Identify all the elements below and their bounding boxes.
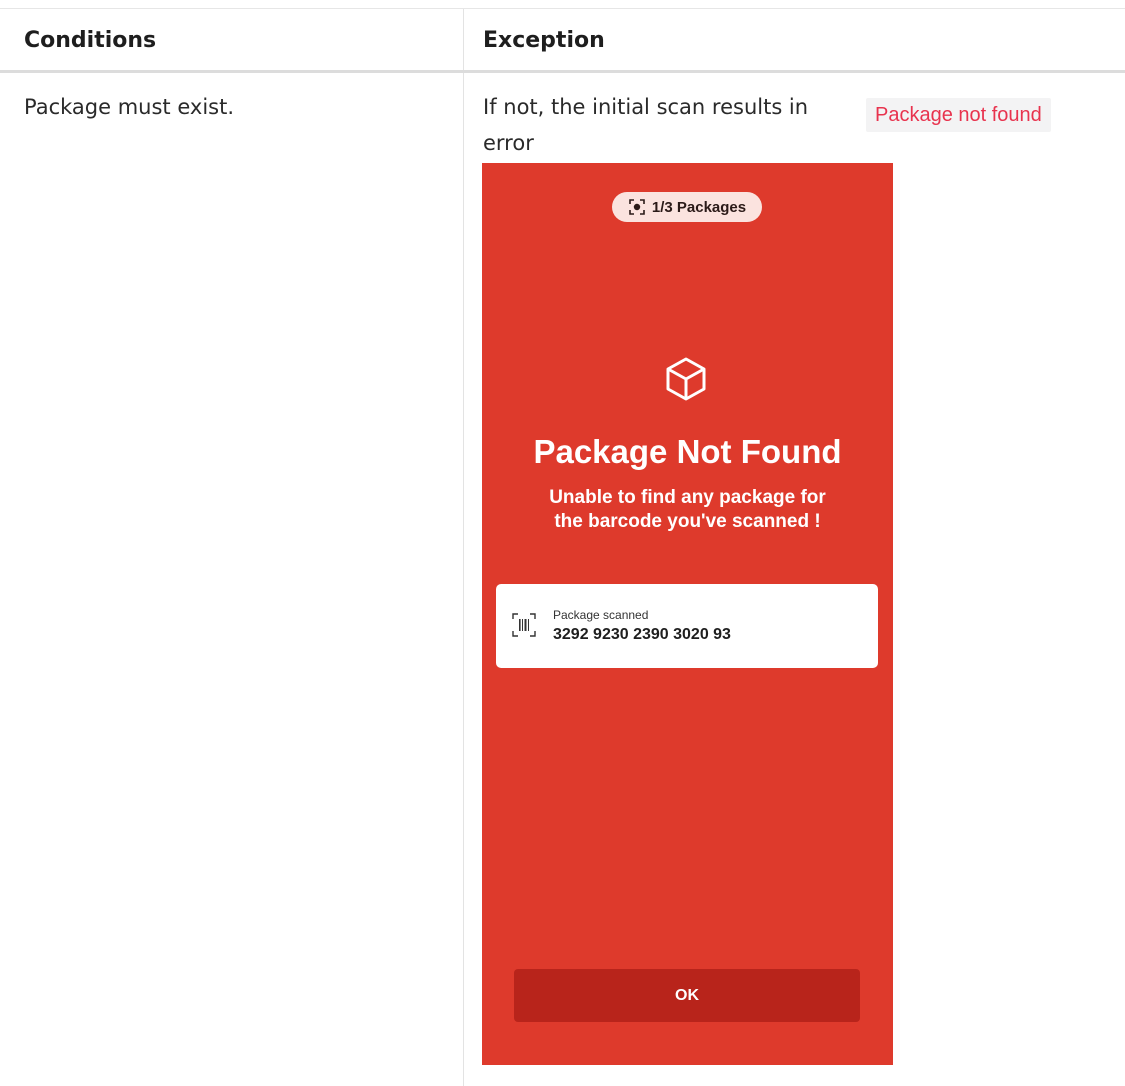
ok-button[interactable]: OK: [514, 969, 860, 1022]
column-divider: [463, 9, 464, 1086]
table-header-row: Conditions Exception: [0, 9, 1125, 73]
package-count-label: 1/3 Packages: [651, 198, 747, 216]
error-title: Package Not Found: [533, 433, 842, 470]
package-count-pill: 1/3 Packages: [612, 192, 762, 222]
exception-text: If not, the initial scan results in: [483, 95, 809, 119]
exception-text-suffix: error: [483, 131, 534, 155]
scanned-barcode-value: 3292 9230 2390 3020 93: [553, 626, 731, 643]
scanned-label: Package scanned: [553, 608, 649, 622]
header-conditions: Conditions: [24, 28, 157, 53]
phone-screenshot: 1/3 Packages Package Not Found Unable to…: [482, 163, 893, 1065]
error-subtitle: Unable to find any package for the barco…: [512, 486, 863, 534]
scan-target-icon: [629, 199, 645, 215]
condition-cell: Package must exist.: [24, 95, 234, 119]
scanned-package-card: Package scanned 3292 9230 2390 3020 93: [496, 584, 878, 668]
header-exception: Exception: [483, 28, 605, 53]
error-code-chip: Package not found: [866, 98, 1051, 132]
package-box-icon: [666, 357, 706, 401]
barcode-scan-icon: [512, 613, 536, 637]
error-subtitle-line-1: Unable to find any package for: [549, 487, 826, 508]
error-subtitle-line-2: the barcode you've scanned !: [554, 511, 821, 532]
